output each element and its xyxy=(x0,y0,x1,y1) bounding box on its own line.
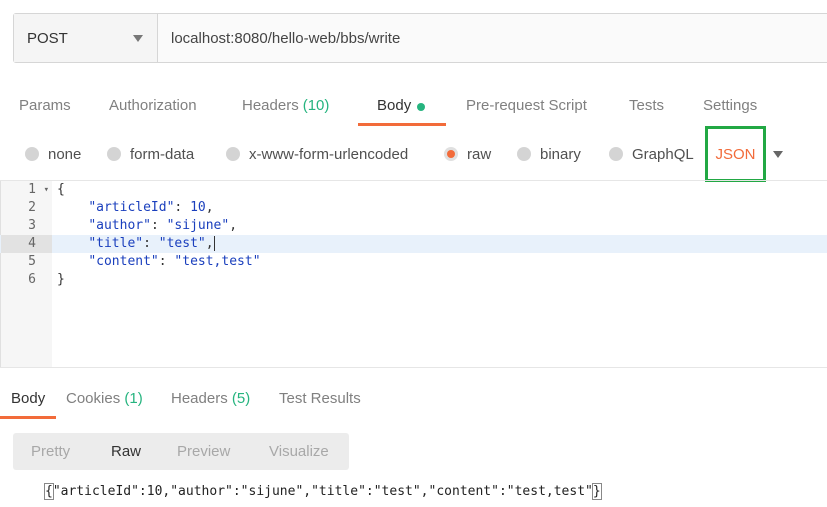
radio-icon xyxy=(107,147,121,161)
response-tab-test-results[interactable]: Test Results xyxy=(279,390,361,407)
chevron-down-icon[interactable] xyxy=(773,151,783,158)
tab-tests[interactable]: Tests xyxy=(629,84,664,128)
code-line-active: 4 "title": "test", xyxy=(0,235,827,253)
tab-params[interactable]: Params xyxy=(19,84,71,128)
tab-settings[interactable]: Settings xyxy=(703,84,757,128)
body-type-options: none form-data x-www-form-urlencoded raw… xyxy=(0,128,827,180)
code-line: 1 ▾ { xyxy=(28,181,65,199)
active-tab-indicator xyxy=(358,123,446,126)
response-tabs: Body Cookies (1) Headers (5) Test Result… xyxy=(0,380,827,418)
request-bar: POST xyxy=(13,13,827,63)
raw-format-select[interactable]: JSON xyxy=(705,126,766,182)
radio-icon xyxy=(226,147,240,161)
code-line: 5 "content": "test,test" xyxy=(28,254,261,269)
response-tab-headers[interactable]: Headers (5) xyxy=(171,390,250,407)
tab-headers[interactable]: Headers (10) xyxy=(242,84,329,128)
view-visualize-button[interactable]: Visualize xyxy=(269,433,329,470)
request-tabs: Params Authorization Headers (10) Body Pr… xyxy=(0,84,827,128)
radio-icon xyxy=(25,147,39,161)
response-body-text: {"articleId":10,"author":"sijune","title… xyxy=(44,483,602,500)
view-pretty-button[interactable]: Pretty xyxy=(31,433,70,470)
method-select[interactable]: POST xyxy=(14,14,158,62)
radio-binary[interactable]: binary xyxy=(517,128,581,180)
code-line: 6 } xyxy=(28,272,65,287)
code-line: 3 "author": "sijune", xyxy=(28,218,238,233)
view-preview-button[interactable]: Preview xyxy=(177,433,230,470)
radio-graphql[interactable]: GraphQL xyxy=(609,128,694,180)
radio-form-data[interactable]: form-data xyxy=(107,128,194,180)
radio-icon xyxy=(609,147,623,161)
text-cursor xyxy=(213,236,215,251)
code-line: 2 "articleId": 10, xyxy=(28,200,214,215)
modified-dot-icon xyxy=(417,103,426,111)
tab-body[interactable]: Body xyxy=(377,84,426,128)
fold-arrow-icon[interactable]: ▾ xyxy=(44,181,49,199)
radio-icon xyxy=(517,147,531,161)
radio-x-www-form-urlencoded[interactable]: x-www-form-urlencoded xyxy=(226,128,408,180)
radio-none[interactable]: none xyxy=(25,128,81,180)
view-mode-bar: Pretty Raw Preview Visualize xyxy=(13,433,349,470)
method-label: POST xyxy=(27,29,68,47)
url-input[interactable] xyxy=(158,14,827,62)
body-editor[interactable]: 1 ▾ { 2 "articleId": 10, 3 "author": "sij… xyxy=(0,180,827,368)
response-tab-body[interactable]: Body xyxy=(11,390,45,407)
chevron-down-icon xyxy=(133,34,143,42)
view-raw-button[interactable]: Raw xyxy=(111,433,141,470)
tab-pre-request-script[interactable]: Pre-request Script xyxy=(466,84,587,128)
radio-selected-icon xyxy=(444,147,458,161)
response-tab-cookies[interactable]: Cookies (1) xyxy=(66,390,143,407)
radio-raw[interactable]: raw xyxy=(444,128,491,180)
active-response-tab-indicator xyxy=(0,416,56,419)
tab-authorization[interactable]: Authorization xyxy=(109,84,197,128)
headers-count: (10) xyxy=(302,97,330,114)
